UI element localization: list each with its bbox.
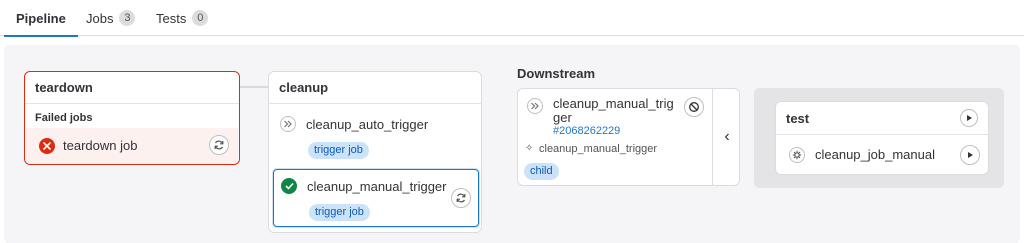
trigger-job-badge: trigger job <box>308 142 369 159</box>
tab-tests-count: 0 <box>192 10 209 26</box>
retry-button[interactable] <box>451 188 471 208</box>
stage-teardown: teardown Failed jobs teardown job <box>24 71 240 165</box>
tab-jobs-label: Jobs <box>86 10 114 26</box>
downstream-pipeline-name-cont: ger <box>553 110 572 125</box>
retry-icon <box>456 193 466 203</box>
trigger-job-badge: trigger job <box>309 204 370 221</box>
stage-test-title: test <box>776 102 988 135</box>
child-badge: child <box>524 163 559 180</box>
trigger-source-icon: ✧ <box>525 143 534 154</box>
stage-teardown-title: teardown <box>25 72 239 104</box>
downstream-heading: Downstream <box>517 66 596 81</box>
trigger-source-job: cleanup_manual_trigger <box>539 143 658 155</box>
stage-cleanup-title: cleanup <box>269 72 481 104</box>
tab-tests[interactable]: Tests 0 <box>156 0 209 36</box>
play-icon <box>968 152 973 158</box>
collapse-toggle[interactable]: ‹ <box>712 88 741 186</box>
tab-tests-label: Tests <box>156 10 187 26</box>
chevron-left-icon: ‹ <box>724 128 730 145</box>
job-cleanup-manual-trigger-name: cleanup_manual_trigger <box>307 179 447 194</box>
job-teardown-name: teardown job <box>63 138 138 153</box>
downstream-pipeline-id-link[interactable]: #2068262229 <box>553 125 620 137</box>
downstream-pipeline-name: cleanup_manual_trig <box>553 96 674 111</box>
job-teardown[interactable]: teardown job <box>26 128 238 164</box>
downstream-pipeline-card[interactable]: cleanup_manual_trig ger #2068262229 ✧ cl… <box>517 88 740 186</box>
retry-icon <box>214 140 224 150</box>
retry-button[interactable] <box>209 135 229 155</box>
play-job-button[interactable] <box>960 145 980 165</box>
manual-status-icon <box>789 147 805 163</box>
failed-jobs-label: Failed jobs <box>35 112 93 124</box>
tab-pipeline[interactable]: Pipeline <box>4 0 78 37</box>
cancel-button[interactable] <box>684 97 704 117</box>
job-cleanup-job-manual[interactable]: cleanup_job_manual <box>777 136 987 174</box>
tab-pipeline-label: Pipeline <box>16 10 66 26</box>
skipped-status-icon <box>280 116 296 132</box>
job-cleanup-auto-trigger[interactable]: cleanup_auto_trigger trigger job <box>270 108 480 166</box>
tab-jobs[interactable]: Jobs 3 <box>86 0 136 36</box>
stage-cleanup: cleanup cleanup_auto_trigger trigger job… <box>268 71 482 233</box>
skipped-status-icon <box>527 98 543 114</box>
job-cleanup-job-manual-name: cleanup_job_manual <box>815 147 935 162</box>
job-cleanup-manual-trigger[interactable]: cleanup_manual_trigger trigger job <box>273 169 479 227</box>
job-cleanup-auto-trigger-name: cleanup_auto_trigger <box>306 117 429 132</box>
tab-jobs-count: 3 <box>119 10 136 26</box>
failed-status-icon <box>39 138 55 154</box>
cancel-icon <box>689 102 699 112</box>
success-status-icon <box>281 178 297 194</box>
play-icon <box>967 115 972 121</box>
pipeline-tabs: Pipeline Jobs 3 Tests 0 <box>0 0 1024 37</box>
stage-test: test cleanup_job_manual <box>775 101 989 175</box>
play-stage-button[interactable] <box>960 109 978 127</box>
